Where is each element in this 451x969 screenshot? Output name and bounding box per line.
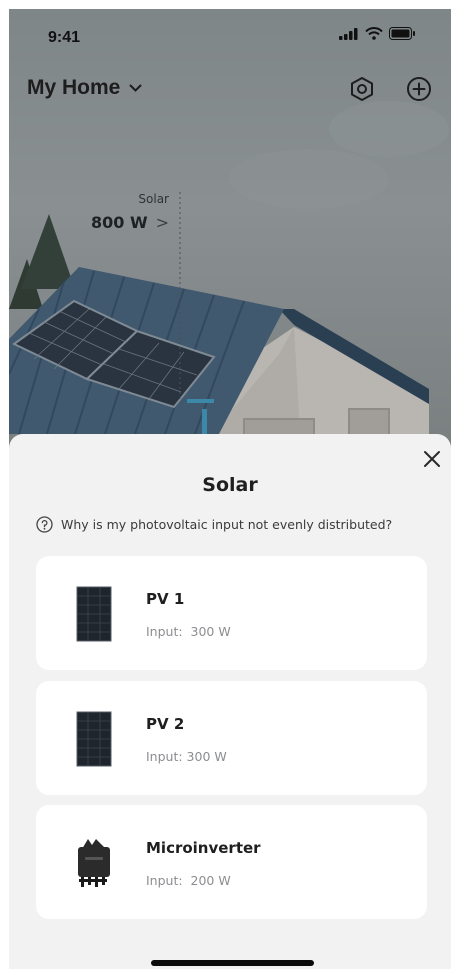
home-indicator — [151, 960, 314, 966]
solar-panel-icon — [76, 586, 112, 642]
sheet-title: Solar — [202, 474, 258, 496]
status-icons — [339, 27, 416, 40]
status-time: 9:41 — [48, 29, 81, 46]
microinverter-icon — [78, 839, 110, 887]
close-icon[interactable] — [421, 448, 443, 470]
chevron-right-icon: > — [155, 213, 169, 232]
solar-label: Solar — [138, 192, 169, 206]
house-illustration — [9, 101, 449, 449]
device-input: Input: 300 W — [146, 624, 231, 639]
settings-hexagon-icon — [351, 77, 373, 101]
help-link[interactable]: Why is my photovoltaic input not evenly … — [36, 516, 392, 533]
home-title: My Home — [27, 76, 121, 99]
question-circle-icon — [36, 516, 53, 533]
solar-panel-icon — [76, 711, 112, 767]
chevron-down-icon — [129, 84, 142, 92]
wifi-icon — [365, 27, 383, 40]
device-input: Input: 200 W — [146, 873, 231, 888]
add-device-button[interactable] — [404, 74, 434, 104]
home-scene-illustration — [9, 9, 451, 449]
device-card-microinverter[interactable]: Microinverter Input: 200 W — [36, 805, 427, 919]
solar-bottom-sheet: Solar Why is my photovoltaic input not e… — [9, 434, 451, 969]
device-card-pv2[interactable]: PV 2 Input: 300 W — [36, 681, 427, 795]
status-bar: 9:41 — [9, 9, 451, 53]
add-circle-icon — [407, 77, 431, 101]
cellular-signal-icon — [339, 27, 358, 40]
solar-power-link[interactable]: 800 W > — [91, 213, 169, 232]
device-name: PV 2 — [146, 715, 185, 733]
settings-button[interactable] — [347, 74, 377, 104]
home-selector[interactable]: My Home — [27, 76, 142, 100]
help-text: Why is my photovoltaic input not evenly … — [61, 517, 393, 532]
device-name: Microinverter — [146, 839, 261, 857]
device-name: PV 1 — [146, 590, 185, 608]
device-card-pv1[interactable]: PV 1 Input: 300 W — [36, 556, 427, 670]
solar-power-value: 800 W — [90, 213, 148, 232]
device-input: Input: 300 W — [146, 749, 227, 764]
battery-icon — [389, 27, 415, 40]
app-screen: 9:41 My Home Solar 800 W > Solar Why is … — [0, 0, 451, 969]
